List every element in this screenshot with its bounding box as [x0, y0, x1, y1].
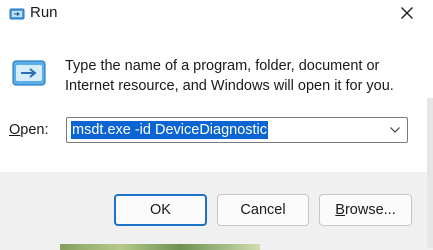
- dialog-body: [0, 30, 433, 170]
- open-input-value[interactable]: msdt.exe -id DeviceDiagnostic: [71, 121, 269, 139]
- window-title: Run: [30, 4, 58, 21]
- dropdown-button[interactable]: [387, 122, 403, 138]
- open-label: Open:: [9, 122, 49, 138]
- ok-button[interactable]: OK: [114, 194, 207, 226]
- open-combobox[interactable]: msdt.exe -id DeviceDiagnostic: [66, 117, 408, 143]
- open-label-accelerator: O: [9, 122, 21, 138]
- run-dialog-window: Run Type the name of a program, folder, …: [0, 0, 433, 250]
- run-app-icon: [12, 60, 46, 86]
- browse-label-text: rowse...: [344, 202, 396, 218]
- title-bar: Run: [0, 0, 433, 30]
- cancel-button[interactable]: Cancel: [217, 194, 309, 226]
- background-window-strip: [60, 244, 260, 250]
- browse-button[interactable]: Browse...: [319, 194, 412, 226]
- browse-accelerator: B: [335, 202, 345, 218]
- run-dialog-icon: [9, 6, 25, 22]
- close-icon: [401, 7, 413, 19]
- background-window-edge: [427, 98, 433, 248]
- close-button[interactable]: [393, 0, 421, 26]
- chevron-down-icon: [390, 127, 400, 133]
- dialog-description: Type the name of a program, folder, docu…: [65, 58, 394, 94]
- open-label-text: pen:: [20, 122, 49, 138]
